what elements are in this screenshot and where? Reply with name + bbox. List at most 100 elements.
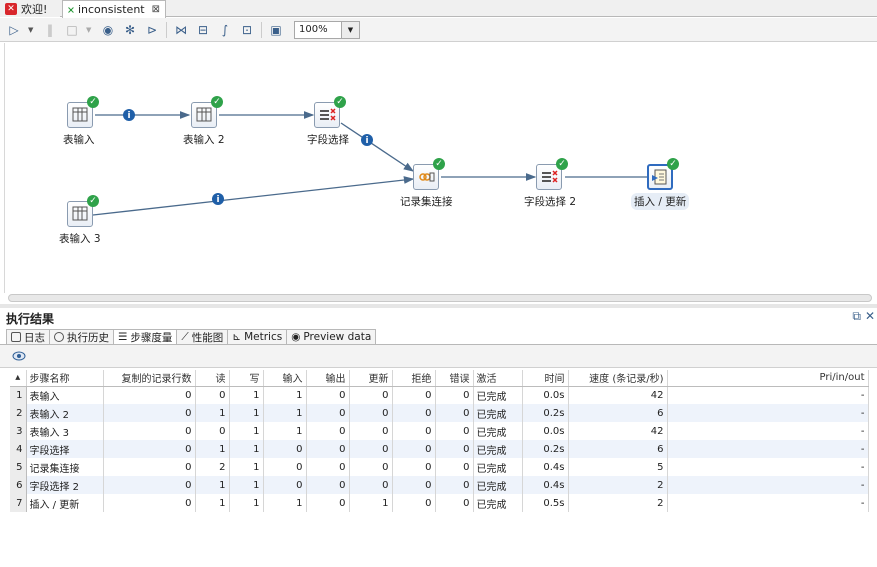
cell-active: 已完成 bbox=[473, 422, 523, 440]
cell-copied: 0 bbox=[103, 404, 196, 422]
transformation-canvas[interactable]: i i i ✓ ✓ ✓ ✓ ✓ ✓ ✓ 表输入 表输入 2 字段选择 表输入 3… bbox=[4, 43, 877, 293]
column-header[interactable]: 步骤名称 bbox=[26, 370, 104, 387]
cell-updated: 0 bbox=[349, 404, 393, 422]
cell-copied: 0 bbox=[103, 422, 196, 440]
results-panel-actions: ⧉ ✕ bbox=[852, 309, 875, 324]
log-icon bbox=[11, 332, 21, 342]
tab-welcome-label: 欢迎! bbox=[21, 2, 48, 16]
tab-label: 步骤度量 bbox=[130, 331, 173, 344]
table-row[interactable]: 3 表输入 3 0 0 1 1 0 0 0 0 已完成 0.0s 42 - bbox=[10, 422, 869, 440]
step-label: 字段选择 2 bbox=[524, 196, 577, 208]
maximize-panel-icon[interactable]: ⧉ bbox=[852, 309, 861, 324]
column-header[interactable]: 激活 bbox=[473, 370, 523, 387]
show-results-icon[interactable]: ▣ bbox=[268, 22, 284, 38]
canvas-horizontal-scrollbar[interactable] bbox=[8, 294, 872, 302]
table-row[interactable]: 2 表输入 2 0 1 1 1 0 0 0 0 已完成 0.2s 6 - bbox=[10, 404, 869, 422]
cell-pri-in-out: - bbox=[667, 458, 869, 476]
tab-log[interactable]: 日志 bbox=[6, 329, 50, 344]
cell-errors: 0 bbox=[435, 422, 474, 440]
cell-pri-in-out: - bbox=[667, 404, 869, 422]
step-select-values-2[interactable]: ✓ bbox=[536, 158, 568, 190]
step-label: 表输入 2 bbox=[183, 134, 225, 146]
cell-copied: 0 bbox=[103, 494, 196, 512]
step-select-values[interactable]: ✓ bbox=[314, 96, 346, 128]
cell-input: 0 bbox=[263, 458, 307, 476]
sql-icon[interactable]: ∫ bbox=[217, 22, 233, 38]
cell-updated: 0 bbox=[349, 386, 393, 404]
step-table-input-2[interactable]: ✓ bbox=[191, 96, 223, 128]
cell-written: 1 bbox=[229, 422, 264, 440]
table-row[interactable]: 5 记录集连接 0 2 1 0 0 0 0 0 已完成 0.4s 5 - bbox=[10, 458, 869, 476]
cell-input: 1 bbox=[263, 422, 307, 440]
table-row[interactable]: 4 字段选择 0 1 1 0 0 0 0 0 已完成 0.2s 6 - bbox=[10, 440, 869, 458]
column-header[interactable]: 速度 (条记录/秒) bbox=[568, 370, 668, 387]
cell-written: 1 bbox=[229, 458, 264, 476]
column-header[interactable]: 输出 bbox=[306, 370, 350, 387]
step-merge-join[interactable]: ✓ bbox=[413, 158, 445, 190]
replay-icon[interactable]: ⊳ bbox=[144, 22, 160, 38]
stop-options-icon[interactable]: ▼ bbox=[86, 26, 94, 34]
explore-db-icon[interactable]: ⊡ bbox=[239, 22, 255, 38]
tab-inconsistent[interactable]: inconsistent ⊠ bbox=[62, 0, 166, 18]
cell-active: 已完成 bbox=[473, 494, 523, 512]
step-table-input-3[interactable]: ✓ bbox=[67, 195, 99, 227]
cell-rejected: 0 bbox=[392, 476, 436, 494]
cell-time: 0.4s bbox=[522, 458, 569, 476]
success-check-icon: ✓ bbox=[556, 158, 568, 170]
sort-indicator-icon[interactable]: ▴ bbox=[10, 370, 27, 387]
column-header[interactable]: 读 bbox=[195, 370, 230, 387]
cell-time: 0.0s bbox=[522, 386, 569, 404]
table-row[interactable]: 6 字段选择 2 0 1 1 0 0 0 0 0 已完成 0.4s 2 - bbox=[10, 476, 869, 494]
verify-icon[interactable]: ⋈ bbox=[173, 22, 189, 38]
tab-label: Metrics bbox=[244, 331, 283, 343]
tab-performance-chart[interactable]: ⟋ 性能图 bbox=[176, 329, 229, 344]
tab-history[interactable]: 执行历史 bbox=[49, 329, 114, 344]
cell-speed: 42 bbox=[568, 422, 668, 440]
impact-icon[interactable]: ⊟ bbox=[195, 22, 211, 38]
tab-step-metrics[interactable]: ☰ 步骤度量 bbox=[113, 329, 178, 344]
column-header[interactable]: 输入 bbox=[263, 370, 307, 387]
cell-errors: 0 bbox=[435, 440, 474, 458]
zoom-select[interactable]: 100% ▼ bbox=[294, 20, 360, 39]
pause-icon[interactable]: ‖ bbox=[42, 22, 58, 38]
cell-speed: 42 bbox=[568, 386, 668, 404]
column-header[interactable]: 错误 bbox=[435, 370, 474, 387]
tab-welcome[interactable]: ✕ 欢迎! bbox=[0, 0, 60, 17]
cell-copied: 0 bbox=[103, 458, 196, 476]
step-table-input-1[interactable]: ✓ bbox=[67, 96, 99, 128]
step-insert-update[interactable]: ✓ bbox=[647, 158, 679, 190]
close-tab-icon[interactable]: ⊠ bbox=[152, 4, 160, 15]
tab-metrics[interactable]: ⊾ Metrics bbox=[227, 329, 288, 344]
table-row[interactable]: 7 插入 / 更新 0 1 1 1 0 1 0 0 已完成 0.5s 2 - bbox=[10, 494, 869, 512]
column-header[interactable]: 更新 bbox=[349, 370, 393, 387]
panel-splitter[interactable] bbox=[0, 304, 877, 308]
hop-4[interactable] bbox=[92, 176, 415, 216]
cell-output: 0 bbox=[306, 422, 350, 440]
run-icon[interactable]: ▷ bbox=[6, 22, 22, 38]
column-header[interactable]: 写 bbox=[229, 370, 264, 387]
preview-icon[interactable]: ◉ bbox=[100, 22, 116, 38]
close-panel-icon[interactable]: ✕ bbox=[865, 309, 875, 324]
column-header[interactable]: 复制的记录行数 bbox=[103, 370, 196, 387]
cell-copied: 0 bbox=[103, 386, 196, 404]
eye-icon[interactable] bbox=[12, 351, 26, 361]
cell-step-name: 表输入 3 bbox=[26, 422, 104, 440]
run-options-icon[interactable]: ▼ bbox=[28, 26, 36, 34]
hop-3[interactable] bbox=[340, 122, 415, 172]
debug-icon[interactable]: ✻ bbox=[122, 22, 138, 38]
cell-time: 0.4s bbox=[522, 476, 569, 494]
tab-preview-data[interactable]: ◉ Preview data bbox=[286, 329, 377, 344]
cell-rejected: 0 bbox=[392, 386, 436, 404]
stop-icon[interactable]: □ bbox=[64, 22, 80, 38]
column-header[interactable]: Pri/in/out bbox=[667, 370, 869, 387]
column-header[interactable]: 拒绝 bbox=[392, 370, 436, 387]
cell-read: 1 bbox=[195, 404, 230, 422]
chevron-down-icon[interactable]: ▼ bbox=[341, 21, 359, 38]
step-label-selected: 插入 / 更新 bbox=[631, 193, 690, 210]
table-row[interactable]: 1 表输入 0 0 1 1 0 0 0 0 已完成 0.0s 42 - bbox=[10, 386, 869, 404]
step-label: 记录集连接 bbox=[400, 196, 453, 208]
cell-rejected: 0 bbox=[392, 404, 436, 422]
column-header[interactable]: 时间 bbox=[522, 370, 569, 387]
cell-read: 2 bbox=[195, 458, 230, 476]
cell-output: 0 bbox=[306, 494, 350, 512]
